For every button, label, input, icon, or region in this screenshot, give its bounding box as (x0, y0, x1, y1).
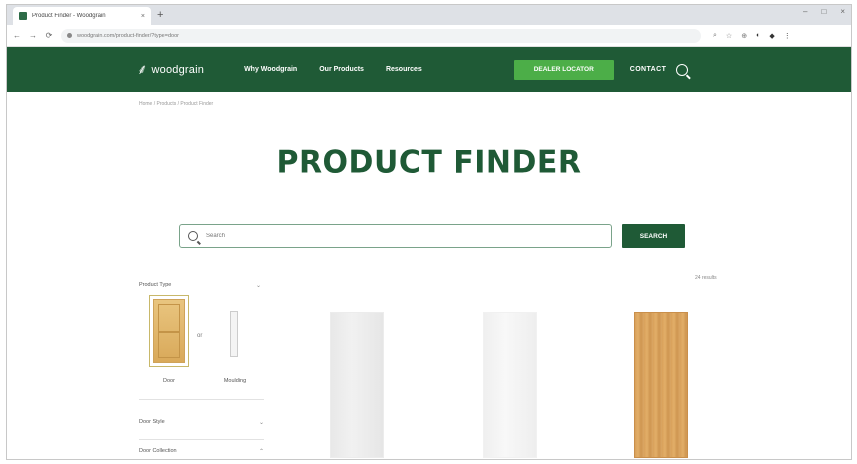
address-bar: ← → ⟳ woodgrain.com/product-finder/?type… (7, 25, 851, 47)
search-icon[interactable] (676, 63, 689, 76)
product-type-moulding-label: Moulding (223, 378, 247, 384)
reload-icon[interactable]: ⟳ (45, 31, 53, 40)
new-tab-icon[interactable]: + (157, 8, 163, 22)
filter-product-type-label: Product Type (139, 282, 172, 288)
window-controls: – □ × (803, 7, 845, 16)
filter-door-collection-label: Door Collection (139, 448, 177, 454)
favicon-icon (19, 12, 27, 20)
contact-link[interactable]: CONTACT (630, 66, 667, 73)
nav-resources[interactable]: Resources (386, 66, 422, 73)
chevron-up-icon: ⌃ (258, 449, 264, 455)
product-type-moulding-option[interactable] (220, 305, 248, 363)
extension-icons: ⌕ ☆ ⊕ ◐ ◆ ⋮ (713, 32, 791, 40)
chevron-down-icon: ⌄ (258, 420, 264, 426)
menu-kebab-icon[interactable]: ⋮ (784, 32, 791, 40)
product-card-image[interactable] (330, 312, 384, 458)
forward-icon[interactable]: → (29, 31, 37, 40)
main-nav: Why Woodgrain Our Products Resources (244, 66, 422, 73)
browser-window: Product Finder - Woodgrain × + – □ × ← →… (6, 4, 852, 460)
tab-strip: Product Finder - Woodgrain × + – □ × (7, 5, 851, 25)
nav-our-products[interactable]: Our Products (319, 66, 364, 73)
search-input[interactable] (206, 233, 586, 239)
page-title: PRODUCT FINDER (276, 144, 582, 181)
results-count: 24 results (695, 275, 717, 281)
breadcrumb[interactable]: Home / Products / Product Finder (139, 101, 213, 107)
product-type-door-label: Door (163, 378, 175, 384)
wheat-logo-icon: ⸙ (137, 61, 148, 77)
search-button[interactable]: SEARCH (622, 224, 685, 248)
filter-divider (139, 439, 264, 440)
filter-door-style-label: Door Style (139, 419, 165, 425)
zoom-icon[interactable]: ⌕ (713, 32, 717, 40)
nav-why-woodgrain[interactable]: Why Woodgrain (244, 66, 297, 73)
search-box[interactable] (179, 224, 612, 248)
profile-icon[interactable]: ◐ (756, 32, 760, 40)
bookmark-star-icon[interactable]: ☆ (726, 32, 732, 40)
url-text: woodgrain.com/product-finder/?type=door (77, 32, 179, 39)
dealer-locator-button[interactable]: DEALER LOCATOR (513, 59, 614, 80)
product-card-image[interactable] (634, 312, 688, 458)
tab-title: Product Finder - Woodgrain (32, 13, 106, 19)
maximize-icon[interactable]: □ (821, 7, 826, 16)
woodgrain-logo[interactable]: ⸙ woodgrain (137, 60, 204, 79)
door-thumbnail (153, 299, 185, 363)
site-header: ⸙ woodgrain Why Woodgrain Our Products R… (7, 47, 851, 92)
lock-icon (67, 33, 72, 38)
filter-product-type[interactable]: Product Type ⌄ (139, 282, 261, 289)
back-icon[interactable]: ← (13, 31, 21, 40)
filter-divider (139, 399, 264, 400)
moulding-thumbnail (230, 311, 238, 357)
tab-close-icon[interactable]: × (141, 13, 145, 20)
product-card-image[interactable] (483, 312, 537, 458)
magnifier-icon (188, 231, 198, 241)
browser-tab[interactable]: Product Finder - Woodgrain × (13, 7, 151, 25)
minimize-icon[interactable]: – (803, 7, 807, 16)
filter-door-collection[interactable]: Door Collection ⌃ (139, 448, 264, 455)
type-separator: or (197, 333, 203, 339)
logo-text: woodgrain (151, 63, 205, 76)
chevron-down-icon: ⌄ (255, 283, 261, 289)
close-window-icon[interactable]: × (840, 7, 845, 16)
product-type-door-option[interactable] (149, 295, 189, 367)
filter-door-style[interactable]: Door Style ⌄ (139, 419, 264, 426)
puzzle-icon[interactable]: ◆ (769, 32, 774, 40)
extension-icon[interactable]: ⊕ (741, 32, 747, 40)
url-field[interactable]: woodgrain.com/product-finder/?type=door (61, 28, 701, 43)
